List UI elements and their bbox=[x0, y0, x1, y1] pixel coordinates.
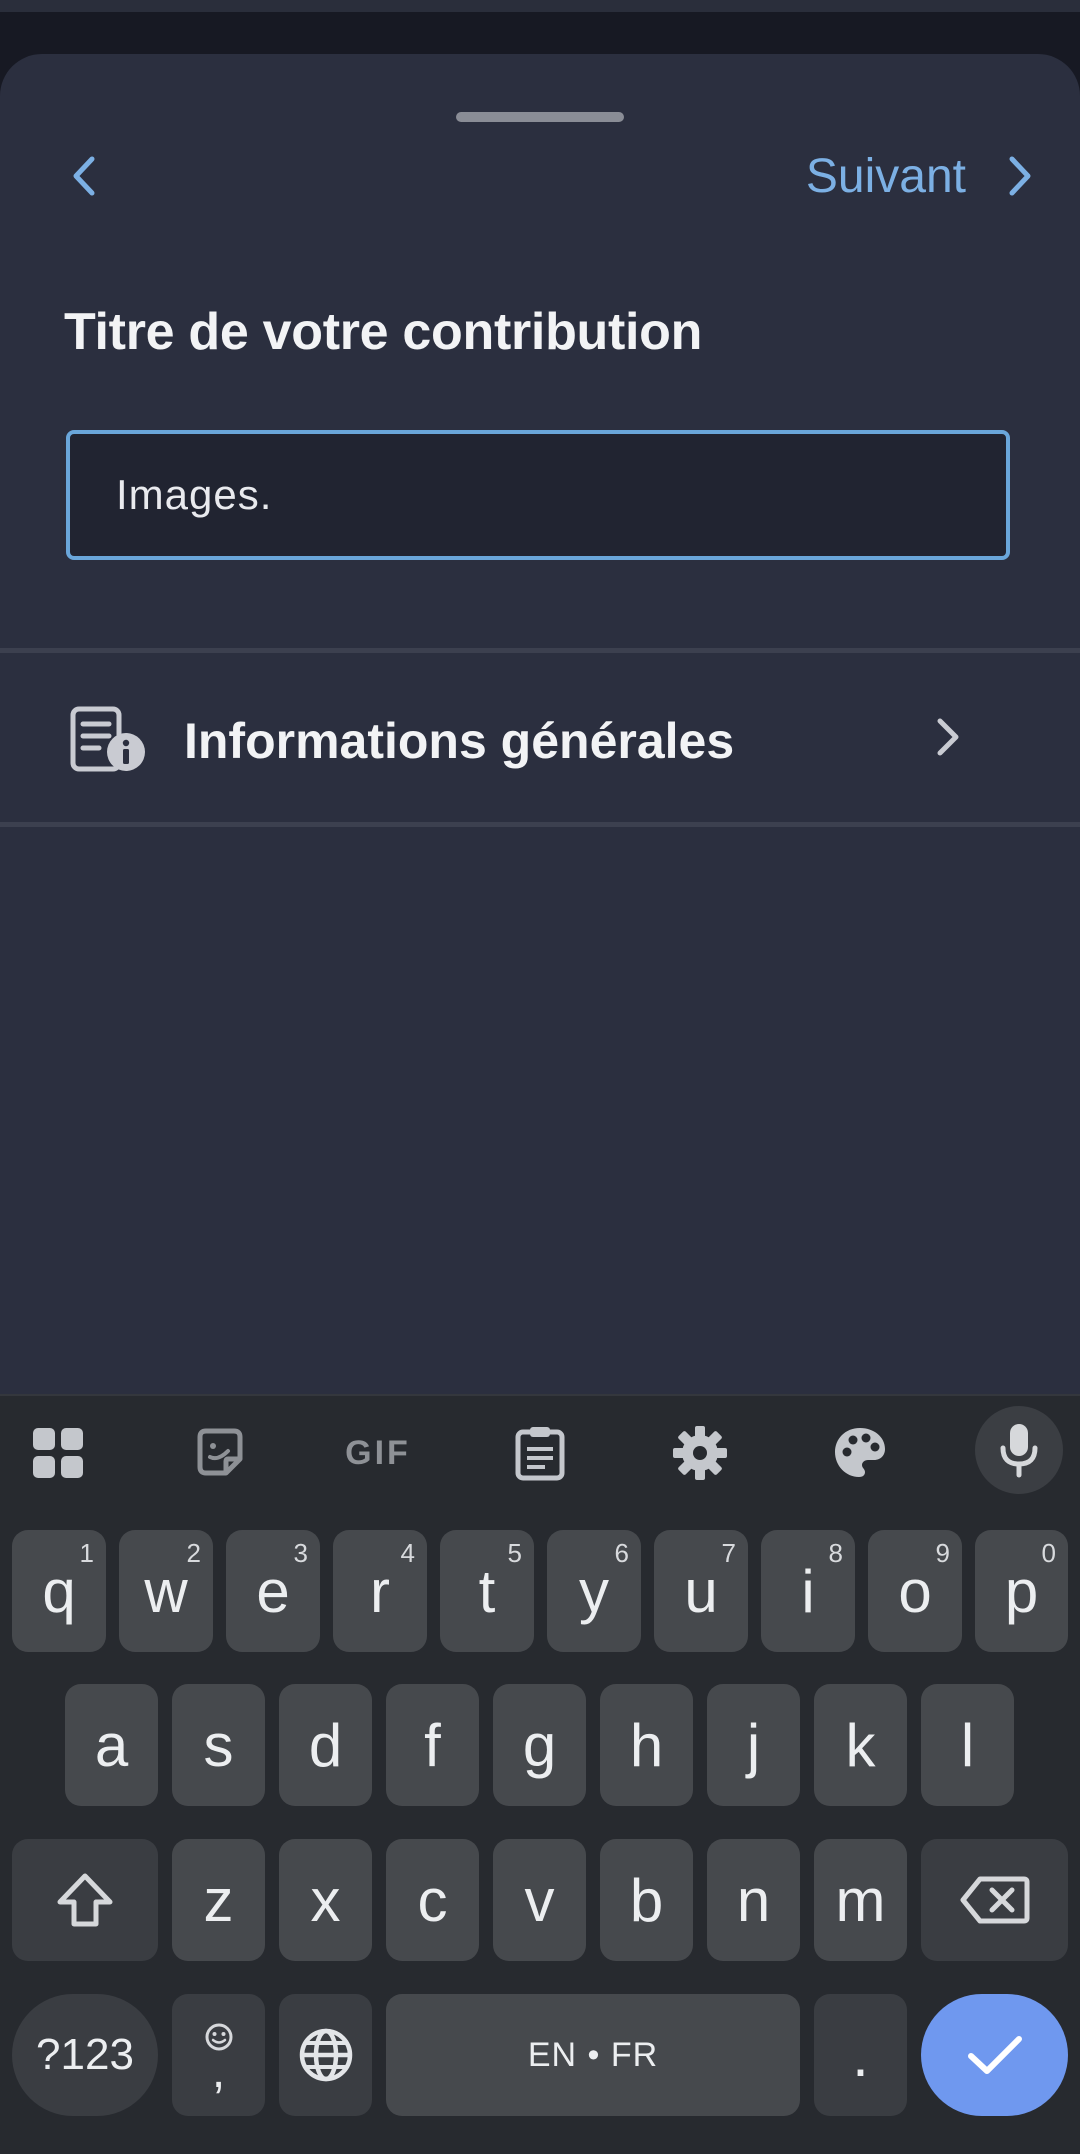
chevron-left-icon bbox=[73, 156, 95, 196]
key-p[interactable]: p0 bbox=[975, 1530, 1068, 1652]
language-key[interactable] bbox=[279, 1994, 372, 2116]
next-label: Suivant bbox=[805, 149, 966, 203]
key-o[interactable]: o9 bbox=[868, 1530, 962, 1652]
comma-key[interactable]: , bbox=[172, 1994, 265, 2116]
shift-key[interactable] bbox=[12, 1839, 158, 1961]
key-h[interactable]: h bbox=[600, 1684, 693, 1806]
keyboard: GIF q 1 w 2 e 3 r 4 t 5 y 6 u 7 i 8 o 9 … bbox=[0, 1394, 1080, 2154]
key-u[interactable]: u7 bbox=[654, 1530, 748, 1652]
backspace-key[interactable] bbox=[921, 1839, 1068, 1961]
clipboard-icon bbox=[515, 1427, 565, 1481]
section-label: Informations générales bbox=[184, 713, 735, 769]
key-e[interactable]: e3 bbox=[226, 1530, 320, 1652]
key-w[interactable]: w2 bbox=[119, 1530, 213, 1652]
sticker-button[interactable] bbox=[170, 1408, 270, 1498]
key-y[interactable]: y6 bbox=[547, 1530, 641, 1652]
key-v[interactable]: v bbox=[493, 1839, 586, 1961]
period-key[interactable]: . bbox=[814, 1994, 907, 2116]
key-a[interactable]: a bbox=[65, 1684, 158, 1806]
keyboard-top-border bbox=[0, 1394, 1080, 1396]
divider bbox=[0, 822, 1080, 827]
palette-icon bbox=[835, 1428, 885, 1477]
shift-icon bbox=[57, 1873, 113, 1927]
key-s[interactable]: s bbox=[172, 1684, 265, 1806]
space-key[interactable]: EN • FR bbox=[386, 1994, 800, 2116]
divider bbox=[0, 648, 1080, 653]
title-input[interactable]: Images. bbox=[66, 430, 1010, 560]
backspace-icon bbox=[960, 1876, 1029, 1924]
symbols-key[interactable]: ?123 bbox=[12, 1994, 158, 2116]
theme-button[interactable] bbox=[810, 1408, 910, 1498]
globe-icon bbox=[299, 2028, 352, 2082]
mic-icon bbox=[1000, 1424, 1038, 1478]
key-l[interactable]: l bbox=[921, 1684, 1014, 1806]
settings-button[interactable] bbox=[650, 1408, 750, 1498]
section-general-info[interactable]: Informations générales bbox=[0, 654, 1080, 822]
key-j[interactable]: j bbox=[707, 1684, 800, 1806]
apps-grid-icon bbox=[33, 1428, 83, 1478]
checkmark-icon bbox=[967, 2036, 1022, 2074]
chevron-right-icon bbox=[1009, 156, 1031, 196]
key-c[interactable]: c bbox=[386, 1839, 479, 1961]
key-k[interactable]: k bbox=[814, 1684, 907, 1806]
settings-icon bbox=[673, 1426, 727, 1480]
key-f[interactable]: f bbox=[386, 1684, 479, 1806]
voice-input-button[interactable] bbox=[975, 1406, 1063, 1494]
gif-button[interactable]: GIF bbox=[328, 1408, 428, 1498]
key-i[interactable]: i8 bbox=[761, 1530, 855, 1652]
clipboard-button[interactable] bbox=[490, 1408, 590, 1498]
key-b[interactable]: b bbox=[600, 1839, 693, 1961]
key-n[interactable]: n bbox=[707, 1839, 800, 1961]
title-input-value: Images. bbox=[116, 471, 273, 518]
key-g[interactable]: g bbox=[493, 1684, 586, 1806]
key-d[interactable]: d bbox=[279, 1684, 372, 1806]
key-z[interactable]: z bbox=[172, 1839, 265, 1961]
chevron-right-icon bbox=[937, 718, 959, 756]
page-title: Titre de votre contribution bbox=[64, 303, 703, 361]
next-button[interactable]: Suivant bbox=[806, 140, 1040, 212]
drag-handle[interactable] bbox=[456, 112, 624, 122]
gif-icon: GIF bbox=[345, 1433, 411, 1472]
key-x[interactable]: x bbox=[279, 1839, 372, 1961]
apps-grid-button[interactable] bbox=[8, 1408, 108, 1498]
status-bar-strip bbox=[0, 0, 1080, 12]
key-r[interactable]: r4 bbox=[333, 1530, 427, 1652]
document-info-icon bbox=[70, 706, 145, 772]
back-button[interactable] bbox=[52, 140, 116, 212]
key-m[interactable]: m bbox=[814, 1839, 907, 1961]
enter-key[interactable] bbox=[921, 1994, 1068, 2116]
key-q[interactable]: q1 bbox=[12, 1530, 106, 1652]
sticker-icon bbox=[197, 1428, 243, 1476]
key-t[interactable]: t5 bbox=[440, 1530, 534, 1652]
